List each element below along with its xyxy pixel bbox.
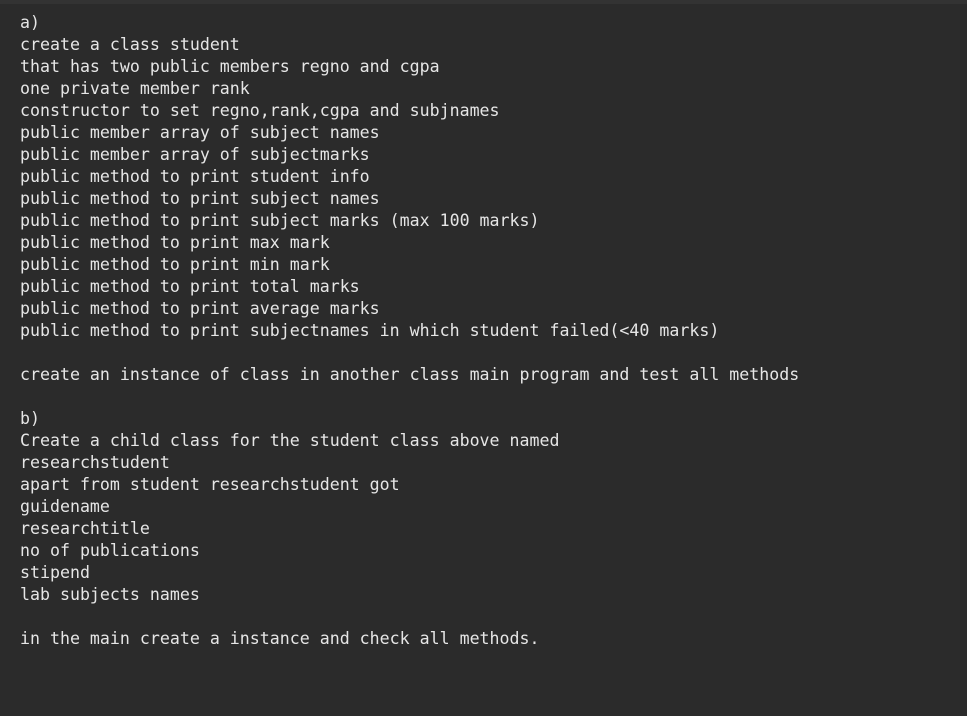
text-line: one private member rank bbox=[20, 79, 250, 98]
text-line: public member array of subjectmarks bbox=[20, 145, 370, 164]
text-line: create a class student bbox=[20, 35, 240, 54]
text-line: guidename bbox=[20, 497, 110, 516]
text-line: public method to print subject names bbox=[20, 189, 380, 208]
text-line: apart from student researchstudent got bbox=[20, 475, 400, 494]
text-line: researchtitle bbox=[20, 519, 150, 538]
text-line: no of publications bbox=[20, 541, 200, 560]
text-line: b) bbox=[20, 409, 40, 428]
text-line: public method to print max mark bbox=[20, 233, 330, 252]
text-line: public member array of subject names bbox=[20, 123, 380, 142]
text-line: a) bbox=[20, 13, 40, 32]
text-line: researchstudent bbox=[20, 453, 170, 472]
text-line: create an instance of class in another c… bbox=[20, 365, 800, 384]
text-line: Create a child class for the student cla… bbox=[20, 431, 560, 450]
text-line: constructor to set regno,rank,cgpa and s… bbox=[20, 101, 500, 120]
text-line: public method to print subject marks (ma… bbox=[20, 211, 540, 230]
text-line: public method to print min mark bbox=[20, 255, 330, 274]
text-line: public method to print average marks bbox=[20, 299, 380, 318]
text-line: lab subjects names bbox=[20, 585, 200, 604]
text-line: public method to print subjectnames in w… bbox=[20, 321, 720, 340]
document-viewport: a) create a class student that has two p… bbox=[0, 0, 967, 716]
text-line-blank bbox=[20, 386, 967, 408]
text-line-blank bbox=[20, 342, 967, 364]
text-line: stipend bbox=[20, 563, 90, 582]
text-line: in the main create a instance and check … bbox=[20, 629, 540, 648]
text-line: that has two public members regno and cg… bbox=[20, 57, 440, 76]
text-line-blank bbox=[20, 606, 967, 628]
text-line: public method to print total marks bbox=[20, 277, 360, 296]
plain-text-content: a) create a class student that has two p… bbox=[0, 4, 967, 716]
text-line: public method to print student info bbox=[20, 167, 370, 186]
